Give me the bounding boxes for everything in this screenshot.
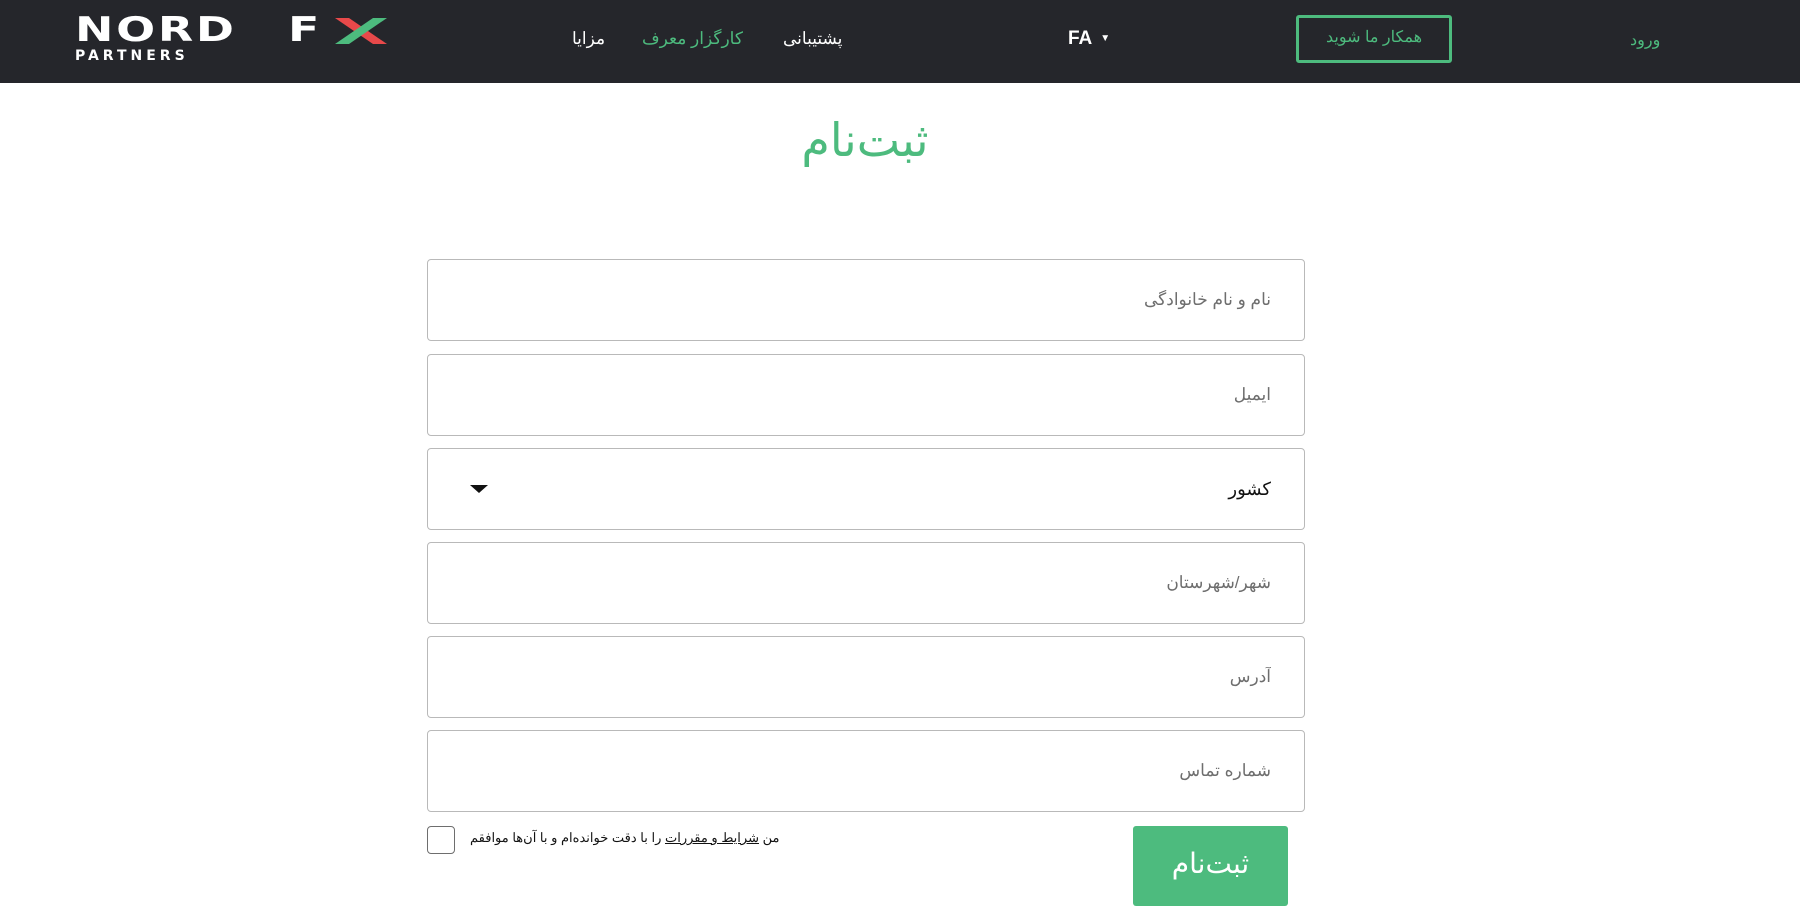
address-field-wrapper	[427, 636, 1305, 718]
terms-suffix: را با دقت خوانده‌ام و با آن‌ها موافقم	[470, 830, 665, 845]
login-link[interactable]: ورود	[1630, 30, 1660, 50]
become-partner-button[interactable]: همکار ما شوید	[1296, 15, 1452, 63]
chevron-down-icon: ▼	[1100, 33, 1111, 44]
terms-link[interactable]: شرایط و مقررات	[665, 830, 759, 845]
logo-wordmark: NORD	[75, 13, 234, 47]
country-select-value: کشور	[1228, 478, 1271, 499]
logo-text-f: F	[288, 10, 323, 50]
city-field-wrapper	[427, 542, 1305, 624]
top-navbar: NORD F PARTNERS مزایا کارگزار معرف پشتیب…	[0, 0, 1800, 83]
logo-text-nord: NORD	[75, 10, 237, 50]
language-selector[interactable]: FA ▼	[1068, 28, 1110, 50]
address-input[interactable]	[428, 637, 1304, 717]
email-input[interactable]	[428, 355, 1304, 435]
nordfx-partners-logo[interactable]: NORD F PARTNERS	[75, 10, 387, 66]
register-submit-button[interactable]: ثبت‌نام	[1133, 826, 1288, 906]
terms-prefix: من	[758, 830, 780, 845]
phone-input[interactable]	[428, 731, 1304, 811]
logo-x-icon	[335, 18, 387, 44]
full-name-field-wrapper	[427, 259, 1305, 341]
terms-label: من شرایط و مقررات را با دقت خوانده‌ام و …	[470, 830, 779, 846]
full-name-input[interactable]	[428, 260, 1304, 340]
nav-referral-broker[interactable]: کارگزار معرف	[642, 28, 743, 50]
logo-subtitle: PARTNERS	[75, 48, 189, 64]
language-current: FA	[1068, 28, 1093, 49]
nav-support[interactable]: پشتیبانی	[783, 28, 842, 50]
city-input[interactable]	[428, 543, 1304, 623]
terms-checkbox[interactable]	[427, 826, 455, 854]
country-select[interactable]: کشور	[427, 448, 1305, 530]
chevron-down-icon	[470, 485, 488, 493]
email-field-wrapper	[427, 354, 1305, 436]
phone-field-wrapper	[427, 730, 1305, 812]
page-title: ثبت‌نام	[801, 113, 929, 167]
nav-benefits[interactable]: مزایا	[572, 28, 605, 50]
